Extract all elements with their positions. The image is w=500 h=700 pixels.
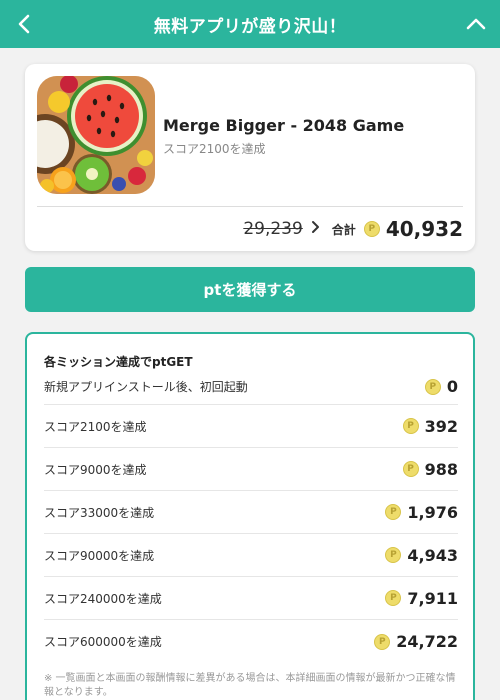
points-summary: 29,239 合計 P 40,932 xyxy=(243,214,463,244)
point-coin-icon: P xyxy=(374,633,391,650)
mission-label: スコア33000を達成 xyxy=(44,505,155,520)
point-coin-icon: P xyxy=(385,590,402,606)
mission-points-value: 0 xyxy=(446,377,458,396)
mission-row: スコア90000を達成 P 4,943 xyxy=(44,534,458,577)
chevron-right-icon xyxy=(311,219,320,239)
mission-points-value: 7,911 xyxy=(407,588,458,608)
app-name: Merge Bigger - 2048 Game xyxy=(163,116,405,135)
mission-label: スコア9000を達成 xyxy=(44,462,147,477)
point-coin-icon: P xyxy=(385,504,402,520)
chevron-up-icon xyxy=(466,18,486,30)
collapse-button[interactable] xyxy=(452,0,500,48)
mission-panel: 各ミッション達成でptGET 新規アプリインストール後、初回起動 P 0 スコア… xyxy=(25,332,475,700)
mission-points-value: 4,943 xyxy=(407,545,458,565)
mission-points: P 1,976 xyxy=(385,503,458,522)
mission-points-value: 988 xyxy=(424,459,458,479)
mission-points-value: 1,976 xyxy=(407,502,458,522)
mission-row: 新規アプリインストール後、初回起動 P 0 xyxy=(44,369,458,405)
app-subtitle: スコア2100を達成 xyxy=(163,142,266,156)
point-coin-icon: P xyxy=(385,547,402,563)
mission-row: スコア9000を達成 P 988 xyxy=(44,448,458,491)
total-points: 40,932 xyxy=(385,217,463,241)
mission-points: P 392 xyxy=(402,416,458,436)
app-icon xyxy=(37,76,155,194)
mission-points: P 4,943 xyxy=(385,546,458,565)
page-title: 無料アプリが盛り沢山！ xyxy=(153,16,347,37)
point-coin-icon: P xyxy=(402,418,419,434)
mission-label: スコア600000を達成 xyxy=(44,635,162,649)
chevron-left-icon xyxy=(18,14,30,34)
old-points: 29,239 xyxy=(243,219,303,239)
mission-label: スコア240000を達成 xyxy=(44,591,162,606)
mission-points: P 7,911 xyxy=(385,589,458,608)
mission-list: 新規アプリインストール後、初回起動 P 0 スコア2100を達成 P 392 ス… xyxy=(44,369,458,663)
mission-label: スコア2100を達成 xyxy=(44,419,147,434)
mission-label: 新規アプリインストール後、初回起動 xyxy=(44,380,248,394)
mission-label: スコア90000を達成 xyxy=(44,548,155,563)
mission-row: スコア33000を達成 P 1,976 xyxy=(44,491,458,534)
total-label: 合計 xyxy=(331,222,356,237)
mission-points: P 988 xyxy=(402,459,458,479)
top-bar: 無料アプリが盛り沢山！ xyxy=(0,0,500,48)
mission-points: P 24,722 xyxy=(374,632,458,651)
mission-row: スコア240000を達成 P 7,911 xyxy=(44,577,458,620)
app-card[interactable]: Merge Bigger - 2048 Game スコア2100を達成 29,2… xyxy=(25,64,475,251)
back-button[interactable] xyxy=(0,0,48,48)
point-coin-icon: P xyxy=(402,461,419,477)
get-points-button[interactable]: ptを獲得する xyxy=(25,267,475,312)
mission-points: P 0 xyxy=(424,377,458,396)
mission-row: スコア2100を達成 P 392 xyxy=(44,405,458,448)
mission-points-value: 392 xyxy=(424,416,458,436)
divider xyxy=(37,206,463,207)
point-coin-icon: P xyxy=(424,378,441,395)
disclaimer-note: ※ 一覧画面と本画面の報酬情報に差異がある場合は、本詳細画面の情報が最新かつ正確… xyxy=(44,673,456,698)
mission-points-value: 24,722 xyxy=(396,632,458,651)
point-coin-icon: P xyxy=(363,221,380,237)
mission-heading: 各ミッション達成でptGET xyxy=(44,355,193,369)
mission-row: スコア600000を達成 P 24,722 xyxy=(44,620,458,663)
